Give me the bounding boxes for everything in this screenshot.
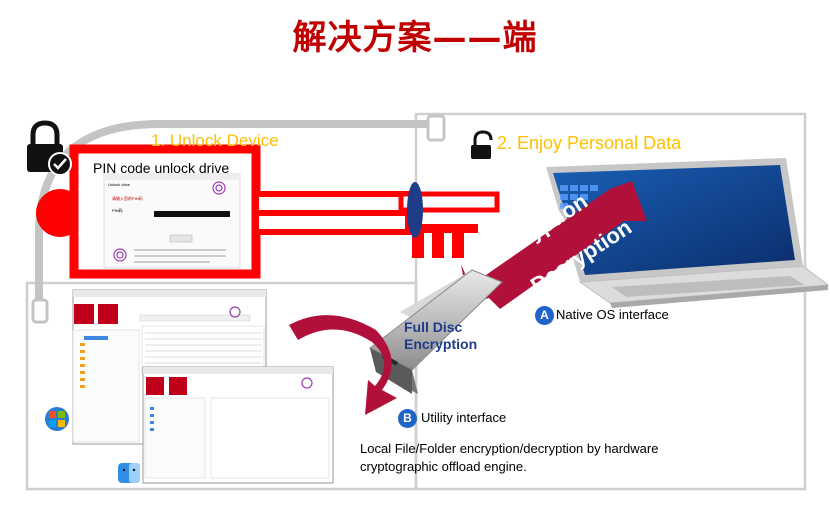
interface-a-badge: A — [535, 306, 554, 325]
svg-text:请输入您的PIN码: 请输入您的PIN码 — [112, 195, 143, 201]
pin-unlock-dialog: Unlock drive 请输入您的PIN码 PIN码 — [103, 173, 241, 269]
lock-check-icon — [27, 120, 72, 176]
cable-end-top — [426, 114, 446, 142]
drive-label-line1: Full Disc — [404, 319, 463, 335]
step-1-label: 1. Unlock Device — [151, 131, 279, 150]
pin-dialog-title: PIN code unlock drive — [93, 160, 230, 176]
drive-label: Full Disc Encryption — [404, 319, 477, 353]
page-title: 解决方案——端 — [292, 18, 538, 58]
step-2-label: 2. Enjoy Personal Data — [497, 133, 682, 153]
unlocked-padlock-icon — [471, 130, 493, 159]
cable-end-bottom — [31, 298, 49, 324]
mac-finder-icon — [118, 463, 140, 483]
drive-label-line2: Encryption — [404, 336, 478, 352]
solution-diagram: Unlock drive 请输入您的PIN码 PIN码 — [25, 112, 830, 491]
windows-logo-icon — [45, 407, 69, 431]
svg-text:Unlock drive: Unlock drive — [108, 182, 131, 187]
utility-window-mac — [142, 366, 334, 484]
description-text: Local File/Folder encryption/decryption … — [360, 441, 659, 474]
native-os-interface-label: Native OS interface — [556, 307, 669, 322]
svg-text:PIN码: PIN码 — [112, 207, 123, 213]
utility-interface-label: Utility interface — [421, 410, 507, 425]
interface-b-badge: B — [398, 409, 417, 428]
